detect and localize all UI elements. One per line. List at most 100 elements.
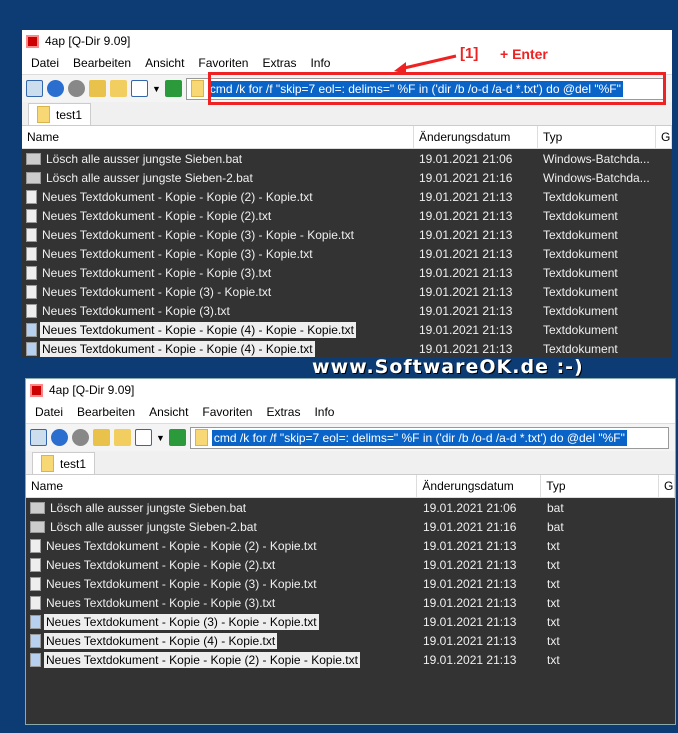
file-row[interactable]: Neues Textdokument - Kopie (3).txt 19.01… xyxy=(22,301,672,320)
text-file-icon xyxy=(26,227,37,242)
text-file-icon xyxy=(26,284,37,299)
text-file-icon xyxy=(30,557,41,572)
file-row[interactable]: Neues Textdokument - Kopie (3) - Kopie.t… xyxy=(22,282,672,301)
text-file-icon xyxy=(30,576,41,591)
menu-item[interactable]: Ansicht xyxy=(142,405,195,419)
column-header-cell[interactable]: Name xyxy=(26,475,418,497)
window-title: 4ap [Q-Dir 9.09] xyxy=(49,383,135,397)
text-file-icon xyxy=(26,189,37,204)
file-list: Lösch alle ausser jungste Sieben.bat 19.… xyxy=(26,498,675,724)
file-name: Neues Textdokument - Kopie - Kopie (3) -… xyxy=(42,227,354,242)
up-folder-icon[interactable] xyxy=(93,429,110,446)
file-name: Neues Textdokument - Kopie (3) - Kopie.t… xyxy=(42,284,272,299)
file-row[interactable]: Lösch alle ausser jungste Sieben-2.bat 1… xyxy=(22,168,672,187)
file-row[interactable]: Neues Textdokument - Kopie - Kopie (4) -… xyxy=(22,320,672,339)
forward-icon[interactable] xyxy=(68,80,85,97)
file-type: bat xyxy=(547,519,564,534)
menu-item[interactable]: Favoriten xyxy=(191,56,255,70)
text-file-icon xyxy=(26,265,37,280)
file-date: 19.01.2021 21:13 xyxy=(423,652,517,667)
text-file-icon xyxy=(26,208,37,223)
menu-item[interactable]: Info xyxy=(307,405,341,419)
view-icon[interactable] xyxy=(135,429,152,446)
text-file-icon xyxy=(30,538,41,553)
file-name: Neues Textdokument - Kopie - Kopie (3).t… xyxy=(46,595,276,610)
menu-item[interactable]: Info xyxy=(303,56,337,70)
file-row[interactable]: Neues Textdokument - Kopie - Kopie (2).t… xyxy=(22,206,672,225)
title-bar: 4ap [Q-Dir 9.09] xyxy=(22,30,672,52)
tab-label: test1 xyxy=(56,107,83,122)
file-name: Neues Textdokument - Kopie - Kopie (4) -… xyxy=(40,340,315,357)
file-row[interactable]: Neues Textdokument - Kopie (3) - Kopie -… xyxy=(26,612,675,631)
column-header-cell[interactable]: G xyxy=(659,475,676,497)
text-file-icon xyxy=(30,652,41,667)
menu-item[interactable]: Extras xyxy=(259,405,307,419)
text-file-icon xyxy=(26,303,37,318)
file-row[interactable]: Lösch alle ausser jungste Sieben-2.bat 1… xyxy=(26,517,675,536)
file-row[interactable]: Lösch alle ausser jungste Sieben.bat 19.… xyxy=(26,498,675,517)
menu-item[interactable]: Datei xyxy=(28,405,70,419)
back-icon[interactable] xyxy=(47,80,64,97)
file-row[interactable]: Neues Textdokument - Kopie - Kopie (3) -… xyxy=(22,225,672,244)
file-row[interactable]: Lösch alle ausser jungste Sieben.bat 19.… xyxy=(22,149,672,168)
file-row[interactable]: Neues Textdokument - Kopie - Kopie (2) -… xyxy=(26,536,675,555)
column-header-cell[interactable]: Änderungsdatum xyxy=(414,126,538,148)
file-name: Neues Textdokument - Kopie - Kopie (3) -… xyxy=(46,576,317,591)
go-icon[interactable] xyxy=(168,429,186,446)
column-header: Name Änderungsdatum Typ G xyxy=(22,126,672,149)
panel-icon[interactable] xyxy=(30,429,47,446)
menu-item[interactable]: Ansicht xyxy=(138,56,191,70)
address-highlight-box xyxy=(208,72,666,105)
menu-item[interactable]: Favoriten xyxy=(195,405,259,419)
file-row[interactable]: Neues Textdokument - Kopie (4) - Kopie.t… xyxy=(26,631,675,650)
file-date: 19.01.2021 21:13 xyxy=(419,265,513,280)
panel-icon[interactable] xyxy=(26,80,43,97)
chevron-down-icon[interactable]: ▼ xyxy=(156,433,165,443)
forward-icon[interactable] xyxy=(72,429,89,446)
brand-watermark: www.SoftwareOK.de :-) xyxy=(312,356,584,378)
column-header-cell[interactable]: Änderungsdatum xyxy=(417,475,542,497)
back-icon[interactable] xyxy=(51,429,68,446)
menu-item[interactable]: Datei xyxy=(24,56,66,70)
file-name: Neues Textdokument - Kopie - Kopie (2) -… xyxy=(42,189,313,204)
file-row[interactable]: Neues Textdokument - Kopie - Kopie (3) -… xyxy=(22,244,672,263)
chevron-down-icon[interactable]: ▼ xyxy=(152,84,161,94)
file-date: 19.01.2021 21:13 xyxy=(419,322,513,337)
up-folder-icon[interactable] xyxy=(89,80,106,97)
tab-test1[interactable]: test1 xyxy=(32,452,96,474)
file-row[interactable]: Neues Textdokument - Kopie - Kopie (2).t… xyxy=(26,555,675,574)
file-type: Textdokument xyxy=(543,208,618,223)
file-name: Lösch alle ausser jungste Sieben.bat xyxy=(50,500,247,515)
column-header-cell[interactable]: Typ xyxy=(541,475,660,497)
view-icon[interactable] xyxy=(131,80,148,97)
column-header-cell[interactable]: Typ xyxy=(538,126,656,148)
menu-item[interactable]: Bearbeiten xyxy=(70,405,142,419)
qdir-window-after: 4ap [Q-Dir 9.09] Datei Bearbeiten Ansicht F… xyxy=(25,378,676,725)
file-row[interactable]: Neues Textdokument - Kopie - Kopie (2) -… xyxy=(26,650,675,669)
file-row[interactable]: Neues Textdokument - Kopie - Kopie (3).t… xyxy=(22,263,672,282)
column-header-cell[interactable]: G xyxy=(656,126,672,148)
address-input[interactable]: cmd /k for /f "skip=7 eol=: delims=" %F … xyxy=(189,426,669,449)
column-header-cell[interactable]: Name xyxy=(22,126,414,148)
new-folder-icon[interactable] xyxy=(114,429,131,446)
menu-item[interactable]: Extras xyxy=(255,56,303,70)
file-name: Neues Textdokument - Kopie (4) - Kopie.t… xyxy=(44,632,278,649)
tab-test1[interactable]: test1 xyxy=(28,103,92,125)
new-folder-icon[interactable] xyxy=(110,80,127,97)
file-name: Neues Textdokument - Kopie - Kopie (2).t… xyxy=(42,208,272,223)
folder-icon xyxy=(194,429,208,446)
file-type: txt xyxy=(547,595,560,610)
file-row[interactable]: Neues Textdokument - Kopie - Kopie (3) -… xyxy=(26,574,675,593)
folder-icon xyxy=(37,106,50,123)
file-row[interactable]: Neues Textdokument - Kopie - Kopie (2) -… xyxy=(22,187,672,206)
title-bar: 4ap [Q-Dir 9.09] xyxy=(26,379,675,401)
file-type: Textdokument xyxy=(543,246,618,261)
enter-label: + Enter xyxy=(500,46,548,62)
go-icon[interactable] xyxy=(164,80,182,97)
tab-label: test1 xyxy=(60,456,87,471)
batch-file-icon xyxy=(26,171,41,184)
file-row[interactable]: Neues Textdokument - Kopie - Kopie (3).t… xyxy=(26,593,675,612)
toolbar: ▼ cmd /k for /f "skip=7 eol=: delims=" %… xyxy=(26,423,675,451)
file-name: Neues Textdokument - Kopie - Kopie (3).t… xyxy=(42,265,272,280)
menu-item[interactable]: Bearbeiten xyxy=(66,56,138,70)
